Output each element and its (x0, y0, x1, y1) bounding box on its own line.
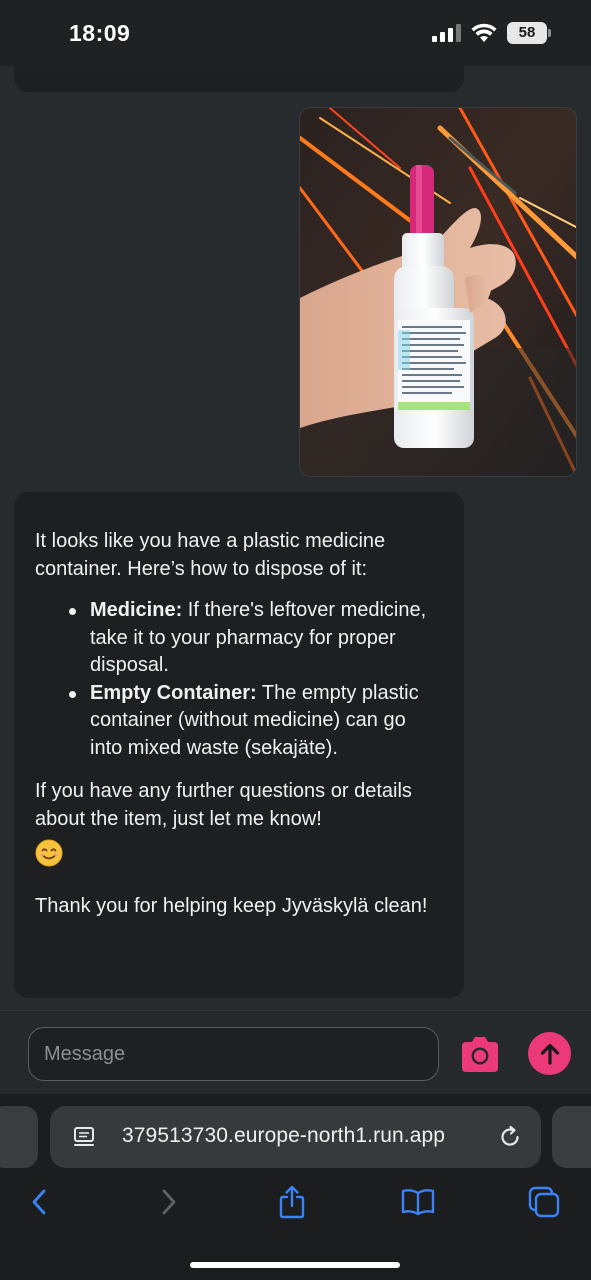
message-closing: Thank you for helping keep Jyväskylä cle… (35, 895, 428, 917)
medicine-bottle-photo (300, 108, 576, 476)
tabs-icon (528, 1186, 560, 1218)
message-input[interactable] (28, 1027, 439, 1081)
chat-area[interactable]: It looks like you have a plastic medicin… (0, 66, 591, 1010)
chevron-right-icon (162, 1189, 176, 1215)
list-item-label: Empty Container: (90, 681, 257, 704)
browser-toolbar: 379513730.europe-north1.run.app (0, 1094, 591, 1280)
camera-icon (462, 1037, 498, 1072)
status-icons: 58 (431, 22, 551, 44)
list-item: Medicine: If there's leftover medicine, … (69, 597, 442, 680)
camera-button[interactable] (458, 1032, 502, 1076)
reload-icon[interactable] (496, 1123, 524, 1151)
previous-message-bubble (14, 66, 464, 92)
bookmarks-button[interactable] (398, 1182, 438, 1222)
status-time: 18:09 (69, 20, 131, 46)
message-intro: It looks like you have a plastic medicin… (35, 530, 386, 580)
status-bar: 18:09 58 (0, 0, 591, 66)
forward-button[interactable] (148, 1182, 188, 1222)
page-menu-icon[interactable] (72, 1125, 96, 1149)
tabs-button[interactable] (524, 1182, 564, 1222)
book-icon (401, 1189, 435, 1216)
share-icon (279, 1185, 305, 1219)
smiling-emoji-icon (35, 839, 442, 869)
send-button[interactable] (528, 1032, 571, 1075)
battery-icon: 58 (507, 22, 551, 44)
list-item-label: Medicine: (90, 599, 183, 621)
url-text: 379513730.europe-north1.run.app (122, 1124, 446, 1147)
arrow-up-icon (540, 1043, 559, 1065)
share-button[interactable] (272, 1182, 312, 1222)
user-photo-message[interactable] (299, 107, 577, 477)
previous-tab-peek[interactable] (0, 1106, 38, 1168)
message-composer (0, 1010, 591, 1094)
back-button[interactable] (20, 1182, 60, 1222)
message-followup: If you have any further questions or det… (35, 780, 412, 830)
next-tab-peek[interactable] (552, 1106, 591, 1168)
disposal-list: Medicine: If there's leftover medicine, … (69, 597, 442, 763)
phone-screen: 18:09 58 It looks like you have a plasti… (0, 0, 591, 1280)
signal-icon (432, 24, 461, 42)
chevron-left-icon (32, 1189, 46, 1215)
assistant-message-bubble: It looks like you have a plastic medicin… (14, 492, 464, 998)
address-bar[interactable]: 379513730.europe-north1.run.app (50, 1106, 541, 1168)
list-item: Empty Container: The empty plastic conta… (69, 680, 442, 763)
browser-nav-row (0, 1182, 591, 1226)
wifi-icon (471, 23, 497, 42)
home-indicator[interactable] (190, 1262, 400, 1268)
